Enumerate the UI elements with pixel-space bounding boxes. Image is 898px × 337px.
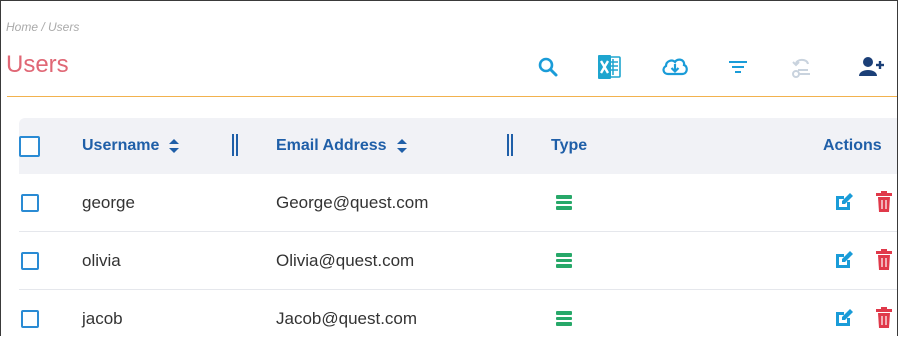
server-type-icon <box>556 253 572 269</box>
toolbar <box>1 53 897 83</box>
column-resizer[interactable] <box>507 134 513 156</box>
add-user-button[interactable] <box>856 53 886 81</box>
trash-icon <box>876 307 892 328</box>
table-header: Username Email Address Type Actions <box>19 118 897 174</box>
edit-button[interactable] <box>833 307 855 334</box>
cell-username: jacob <box>82 308 123 328</box>
edit-button[interactable] <box>833 249 855 276</box>
server-type-icon <box>556 195 572 211</box>
filter-icon <box>729 61 747 73</box>
column-header-username[interactable]: Username <box>82 118 180 174</box>
cloud-download-icon <box>662 58 688 76</box>
column-label-email: Email Address <box>276 137 387 154</box>
cell-username: george <box>82 192 135 212</box>
filter-button[interactable] <box>723 53 753 81</box>
select-all-checkbox[interactable] <box>19 135 40 157</box>
table-row: jacob Jacob@quest.com <box>19 290 897 336</box>
column-label-type: Type <box>551 137 588 154</box>
download-button[interactable] <box>660 53 690 81</box>
trash-icon <box>876 249 892 270</box>
column-label-actions: Actions <box>823 137 882 154</box>
edit-icon <box>836 193 853 210</box>
users-table: Username Email Address Type Actions geor… <box>19 118 897 336</box>
column-resizer[interactable] <box>232 134 238 156</box>
column-header-type: Type <box>551 118 587 174</box>
export-excel-button[interactable] <box>594 53 624 81</box>
search-button[interactable] <box>533 53 563 81</box>
search-icon <box>538 57 558 77</box>
cell-email: Olivia@quest.com <box>276 250 415 270</box>
excel-export-icon <box>598 55 621 79</box>
page-frame: Home / Users Users Username Email Addres… <box>0 0 898 336</box>
server-type-icon <box>556 311 572 327</box>
edit-icon <box>836 251 853 268</box>
sort-icon[interactable] <box>169 139 180 153</box>
delete-button[interactable] <box>875 191 893 218</box>
table-row: george George@quest.com <box>19 174 897 232</box>
add-user-icon <box>859 57 884 76</box>
edit-button[interactable] <box>833 191 855 218</box>
column-label-username: Username <box>82 137 160 154</box>
table-row: olivia Olivia@quest.com <box>19 232 897 290</box>
select-all-cell <box>19 118 40 174</box>
reset-button[interactable] <box>787 53 817 81</box>
delete-button[interactable] <box>875 249 893 276</box>
reset-icon <box>792 58 810 78</box>
delete-button[interactable] <box>875 307 893 334</box>
header-divider <box>7 96 897 97</box>
cell-email: Jacob@quest.com <box>276 308 418 328</box>
edit-icon <box>836 309 853 326</box>
sort-icon[interactable] <box>396 139 407 153</box>
column-header-actions: Actions <box>823 118 882 174</box>
cell-username: olivia <box>82 250 121 270</box>
row-checkbox[interactable] <box>21 251 39 270</box>
breadcrumb[interactable]: Home / Users <box>6 20 79 34</box>
cell-email: George@quest.com <box>276 192 429 212</box>
row-checkbox[interactable] <box>21 193 39 212</box>
column-header-email[interactable]: Email Address <box>276 118 407 174</box>
row-checkbox[interactable] <box>21 309 39 328</box>
trash-icon <box>876 191 892 212</box>
